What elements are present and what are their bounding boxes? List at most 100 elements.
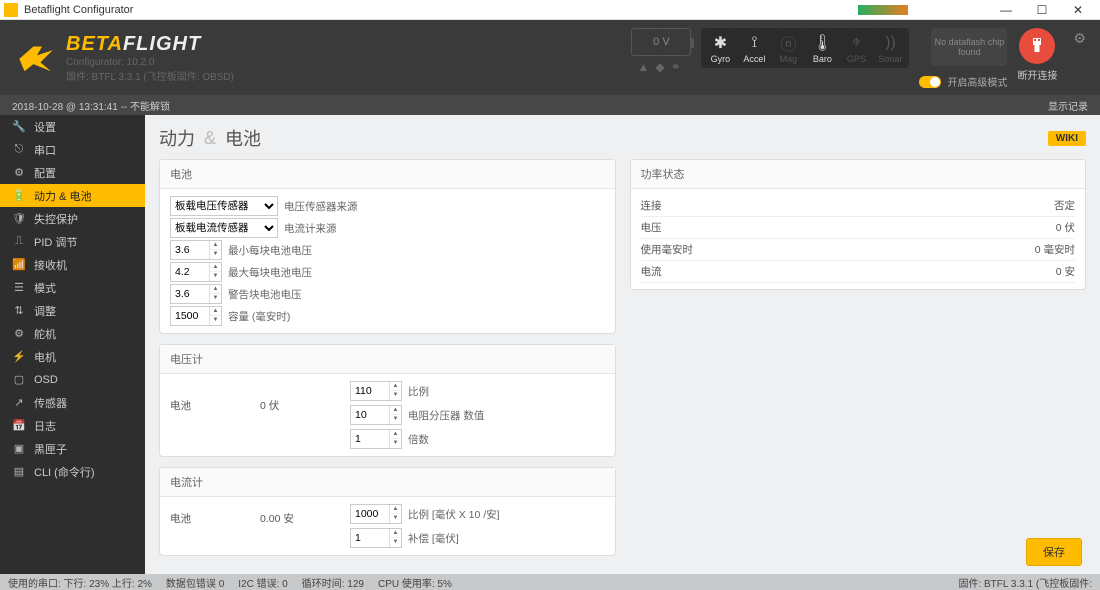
- sidebar-item-label: 串口: [34, 142, 56, 158]
- sensor-icon: ⌖: [839, 32, 873, 54]
- spin-up-icon[interactable]: ▲: [210, 307, 221, 316]
- sensor-baro: 🌡Baro: [805, 32, 839, 64]
- close-icon[interactable]: ✕: [1060, 3, 1096, 17]
- spin-down-icon[interactable]: ▼: [210, 272, 221, 281]
- spin-down-icon[interactable]: ▼: [210, 294, 221, 303]
- brand-name: BETAFLIGHT: [66, 33, 234, 56]
- sidebar-item-label: 配置: [34, 165, 56, 181]
- power-state-panel: 功率状态 连接否定电压 0 伏使用毫安时0 毫安时电流0 安: [630, 159, 1087, 290]
- spin-up-icon[interactable]: ▲: [210, 263, 221, 272]
- sensor-icon: 🌡: [805, 32, 839, 54]
- voltage-meter-title: 电压计: [160, 345, 615, 374]
- spin-up-icon[interactable]: ▲: [210, 241, 221, 250]
- disconnect-block[interactable]: 断开连接: [1017, 28, 1057, 82]
- kv-key: 电压: [641, 220, 1050, 235]
- battery-panel: 电池 板载电压传感器电压传感器来源 板载电流传感器电流计来源 ▲▼最小每块电池电…: [159, 159, 616, 334]
- sidebar-icon: ⚙: [12, 166, 26, 179]
- logo-icon: [14, 36, 58, 80]
- sensor-icon: ⟟: [737, 32, 771, 54]
- battery-icon: 0 V: [631, 28, 691, 56]
- sidebar-item[interactable]: 🔧设置: [0, 115, 145, 138]
- table-row: 电流0 安: [641, 261, 1076, 283]
- sidebar-item-label: 动力 & 电池: [34, 188, 91, 204]
- capacity-input[interactable]: [171, 307, 209, 325]
- footer-loop: 循环时间: 129: [302, 575, 364, 590]
- table-row: 连接否定: [641, 195, 1076, 217]
- sidebar-item[interactable]: ⎋串口: [0, 138, 145, 161]
- vmeter-name: 电池: [170, 380, 240, 413]
- sidebar-item-label: 黑匣子: [34, 441, 67, 457]
- expert-mode-row: 开启高级模式: [919, 74, 1007, 89]
- min-cell-input[interactable]: [171, 241, 209, 259]
- sidebar-item[interactable]: 📅日志: [0, 414, 145, 437]
- ameter-scale-input[interactable]: [351, 505, 389, 523]
- show-log-link[interactable]: 显示记录: [1048, 98, 1088, 113]
- kv-key: 使用毫安时: [641, 242, 1029, 257]
- sidebar-item[interactable]: 🛡失控保护: [0, 207, 145, 230]
- footer-fw: 固件: BTFL 3.3.1 (飞控板固件:: [958, 575, 1092, 590]
- sidebar-item-label: 电机: [34, 349, 56, 365]
- ameter-scale-label: 比例 [毫伏 X 10 /安]: [408, 507, 500, 522]
- max-cell-input[interactable]: [171, 263, 209, 281]
- spin-up-icon[interactable]: ▲: [210, 285, 221, 294]
- app-header: BETAFLIGHT Configurator: 10.2.0 固件: BTFL…: [0, 20, 1100, 95]
- current-meter-panel: 电流计 电池 0.00 安 ▲▼比例 [毫伏 X 10 /安] ▲▼补偿 [毫伏…: [159, 467, 616, 556]
- sensor-icon: ⓝ: [771, 32, 805, 54]
- dataflash-status[interactable]: No dataflash chip found: [931, 28, 1007, 66]
- expert-mode-toggle[interactable]: [919, 76, 941, 88]
- sidebar-icon: ▢: [12, 373, 26, 386]
- save-button[interactable]: 保存: [1026, 538, 1082, 566]
- sidebar-item[interactable]: ⚙ 配置: [0, 161, 145, 184]
- kv-value: 否定: [1054, 198, 1075, 213]
- ameter-offset-input[interactable]: [351, 529, 389, 547]
- sensor-label: GPS: [839, 54, 873, 64]
- warn-cell-input[interactable]: [171, 285, 209, 303]
- sidebar-item[interactable]: ☰模式: [0, 276, 145, 299]
- sidebar-item[interactable]: ▤CLI (命令行): [0, 460, 145, 483]
- sidebar-item[interactable]: ▣黑匣子: [0, 437, 145, 460]
- sidebar-item-label: 失控保护: [34, 211, 78, 227]
- gear-icon[interactable]: ⚙: [1073, 30, 1086, 47]
- vmeter-scale-input[interactable]: [351, 382, 389, 400]
- warning-icon: ▲: [637, 60, 649, 74]
- sidebar-item[interactable]: ⇅调整: [0, 299, 145, 322]
- current-source-label: 电流计来源: [284, 221, 337, 236]
- sidebar-item[interactable]: ↗传感器: [0, 391, 145, 414]
- sensor-accel: ⟟Accel: [737, 32, 771, 64]
- power-state-title: 功率状态: [631, 160, 1086, 189]
- vmeter-mult-input[interactable]: [351, 430, 389, 448]
- table-row: 使用毫安时0 毫安时: [641, 239, 1076, 261]
- footer-bar: 使用的串口: 下行: 23% 上行: 2% 数据包错误 0 I2C 错误: 0 …: [0, 574, 1100, 590]
- spin-down-icon[interactable]: ▼: [210, 250, 221, 259]
- voltage-source-select[interactable]: 板载电压传感器: [170, 196, 278, 216]
- sidebar-item-label: 日志: [34, 418, 56, 434]
- usb-icon[interactable]: [1019, 28, 1055, 64]
- capacity-label: 容量 (毫安时): [228, 309, 290, 324]
- kv-key: 电流: [641, 264, 1050, 279]
- sidebar-item[interactable]: ⚙舵机: [0, 322, 145, 345]
- sidebar: 🔧设置⎋串口⚙配置🔋动力 & 电池🛡失控保护⎍PID 调节📶接收机☰模式⇅调整⚙…: [0, 115, 145, 574]
- sidebar-item[interactable]: ▢OSD: [0, 368, 145, 391]
- sensor-strip: ✱Gyro⟟AccelⓝMag🌡Baro⌖GPS))Sonar: [701, 28, 909, 68]
- sensor-icon: ✱: [703, 32, 737, 54]
- sensor-label: Accel: [737, 54, 771, 64]
- spin-down-icon[interactable]: ▼: [210, 316, 221, 325]
- footer-i2c: I2C 错误: 0: [238, 575, 287, 590]
- sidebar-item[interactable]: ⚡电机: [0, 345, 145, 368]
- wiki-link[interactable]: WIKI: [1048, 131, 1086, 146]
- link-icon: ⚭: [671, 60, 681, 74]
- vmeter-scale-label: 比例: [408, 384, 429, 399]
- vmeter-div-input[interactable]: [351, 406, 389, 424]
- sidebar-icon: ☰: [12, 281, 26, 294]
- sidebar-item-label: 舵机: [34, 326, 56, 342]
- configurator-version: Configurator: 10.2.0: [66, 56, 234, 68]
- maximize-icon[interactable]: ☐: [1024, 3, 1060, 17]
- kv-value: 0 伏: [1056, 220, 1075, 235]
- minimize-icon[interactable]: —: [988, 3, 1024, 17]
- title-stripe: [858, 5, 908, 15]
- sidebar-item[interactable]: 📶接收机: [0, 253, 145, 276]
- sidebar-item-label: CLI (命令行): [34, 464, 95, 480]
- sidebar-item[interactable]: ⎍PID 调节: [0, 230, 145, 253]
- current-source-select[interactable]: 板载电流传感器: [170, 218, 278, 238]
- sidebar-item[interactable]: 🔋动力 & 电池: [0, 184, 145, 207]
